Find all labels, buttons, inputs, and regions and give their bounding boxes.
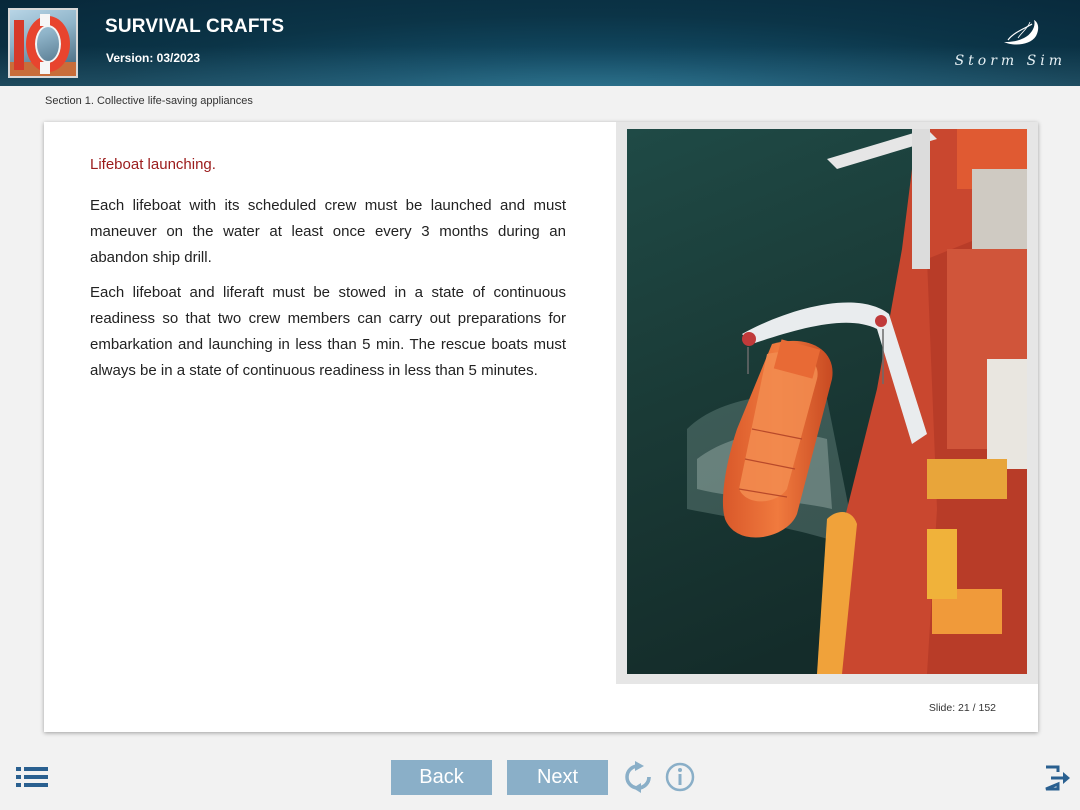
list-menu-icon[interactable] <box>15 765 49 789</box>
logo-wordmark: Storm Sim <box>954 53 1066 69</box>
course-version: Version: 03/2023 <box>106 51 201 65</box>
course-thumbnail <box>8 8 78 78</box>
next-button[interactable]: Next <box>507 760 608 795</box>
app-header: SURVIVAL CRAFTS Version: 03/2023 Storm S… <box>0 0 1080 86</box>
info-icon[interactable] <box>664 760 696 794</box>
back-button[interactable]: Back <box>391 760 492 795</box>
slide-counter-value: 21 / 152 <box>958 702 996 714</box>
breadcrumb: Section 1. Collective life-saving applia… <box>45 95 253 107</box>
course-title: SURVIVAL CRAFTS <box>105 16 285 37</box>
image-panel <box>616 122 1038 684</box>
slide-subtitle: Lifeboat launching. <box>90 156 216 173</box>
slide-counter: Slide: 21 / 152 <box>929 702 996 714</box>
slide-paragraph-1: Each lifeboat with its scheduled crew mu… <box>90 197 566 266</box>
lifeboat-launch-photo <box>627 129 1027 674</box>
slide-text-content: Lifeboat launching. Each lifeboat with i… <box>90 156 566 394</box>
slide-card: Lifeboat launching. Each lifeboat with i… <box>44 122 1038 732</box>
exit-icon[interactable] <box>1043 765 1071 791</box>
lifeboat-photo-illustration <box>627 129 1027 674</box>
reload-icon[interactable] <box>622 760 654 794</box>
slide-paragraph-2: Each lifeboat and liferaft must be stowe… <box>90 284 566 379</box>
slide-counter-label: Slide: <box>928 702 956 714</box>
